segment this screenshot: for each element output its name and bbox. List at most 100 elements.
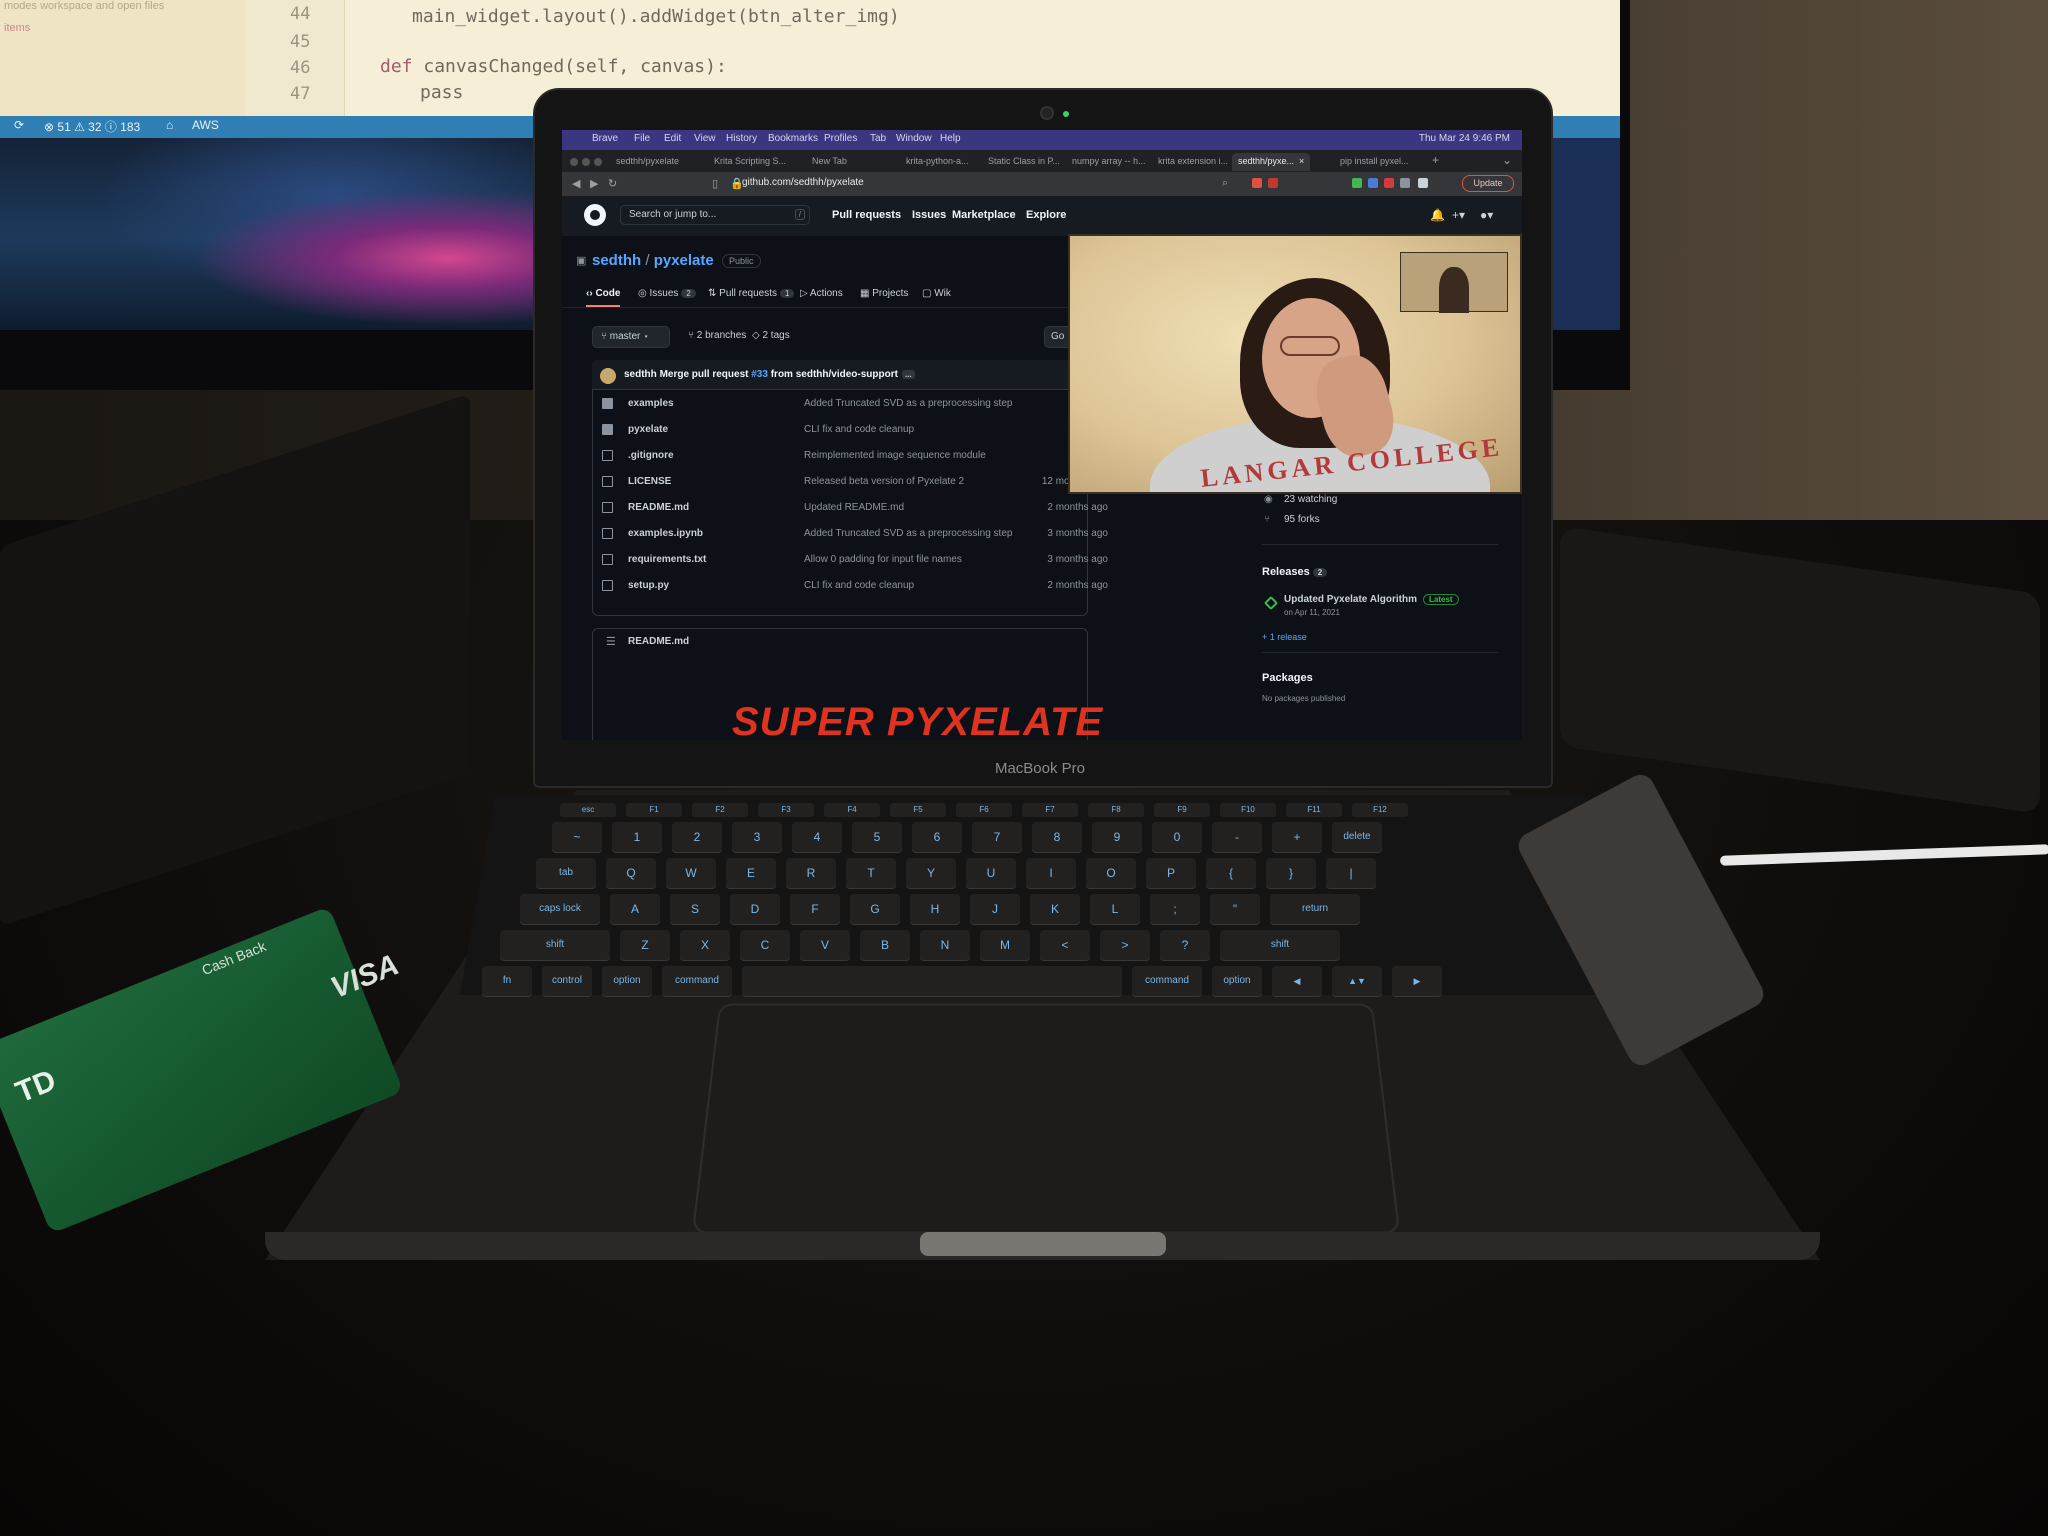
releases-heading[interactable]: Releases 2 [1262, 566, 1328, 578]
menu-window[interactable]: Window [896, 133, 932, 144]
file-name[interactable]: examples [628, 398, 674, 409]
file-commit-message[interactable]: Released beta version of Pyxelate 2 [804, 476, 964, 487]
key[interactable]: + [1272, 822, 1322, 852]
key[interactable]: 0 [1152, 822, 1202, 852]
key[interactable]: J [970, 894, 1020, 924]
file-name[interactable]: setup.py [628, 580, 669, 591]
trackpad[interactable] [691, 1003, 1401, 1234]
commit-author[interactable]: sedthh [624, 369, 657, 380]
create-new-icon[interactable]: +▾ [1452, 208, 1465, 222]
key[interactable]: 2 [672, 822, 722, 852]
repo-owner-link[interactable]: sedthh [592, 252, 641, 269]
file-commit-message[interactable]: CLI fix and code cleanup [804, 580, 914, 591]
extension-icon[interactable] [1368, 178, 1378, 188]
menu-file[interactable]: File [634, 133, 650, 144]
key[interactable]: W [666, 858, 716, 888]
key[interactable]: F [790, 894, 840, 924]
browser-tab[interactable]: New Tab [806, 153, 853, 171]
new-tab-icon[interactable]: + [1432, 153, 1439, 167]
file-commit-message[interactable]: Added Truncated SVD as a preprocessing s… [804, 528, 1012, 539]
key[interactable]: shift [500, 930, 610, 960]
forward-icon[interactable]: ▶ [590, 177, 598, 190]
reload-icon[interactable]: ↻ [608, 177, 617, 190]
key[interactable]: K [1030, 894, 1080, 924]
commit-expand-button[interactable]: ... [901, 370, 915, 379]
tab-actions[interactable]: ▷ Actions [800, 288, 843, 299]
avatar[interactable] [600, 368, 616, 384]
key[interactable]: Q [606, 858, 656, 888]
key[interactable]: 7 [972, 822, 1022, 852]
key[interactable]: 1 [612, 822, 662, 852]
browser-tab[interactable]: krita-python-a... [900, 153, 975, 171]
file-commit-message[interactable]: CLI fix and code cleanup [804, 424, 914, 435]
key[interactable]: ~ [552, 822, 602, 852]
code-line[interactable]: pass [420, 82, 463, 103]
commit-pr-link[interactable]: #33 [751, 369, 768, 380]
key[interactable]: G [850, 894, 900, 924]
key[interactable]: P [1146, 858, 1196, 888]
key[interactable]: V [800, 930, 850, 960]
file-name[interactable]: README.md [628, 502, 689, 513]
menu-history[interactable]: History [726, 133, 757, 144]
key[interactable]: option [602, 966, 652, 996]
puzzle-icon[interactable] [1400, 178, 1410, 188]
key[interactable]: S [670, 894, 720, 924]
key[interactable]: F12 [1352, 803, 1408, 817]
tab-wiki[interactable]: ▢ Wik [922, 288, 951, 299]
window-minimize-button[interactable] [582, 158, 590, 166]
key[interactable]: M [980, 930, 1030, 960]
arrow-left-key[interactable]: ◀ [1272, 966, 1322, 996]
file-row[interactable]: requirements.txt Allow 0 padding for inp… [592, 548, 1522, 575]
key[interactable]: U [966, 858, 1016, 888]
sidebar-icon[interactable] [1418, 178, 1428, 188]
key[interactable]: tab [536, 858, 596, 888]
file-commit-message[interactable]: Reimplemented image sequence module [804, 450, 986, 461]
file-row[interactable]: README.md Updated README.md 2 months ago [592, 496, 1522, 523]
key[interactable]: I [1026, 858, 1076, 888]
extension-icon[interactable] [1352, 178, 1362, 188]
notification-bell-icon[interactable]: 🔔 [1430, 208, 1445, 222]
file-name[interactable]: pyxelate [628, 424, 668, 435]
file-name[interactable]: requirements.txt [628, 554, 706, 565]
self-view-thumbnail[interactable] [1400, 252, 1508, 313]
key[interactable]: | [1326, 858, 1376, 888]
key[interactable]: ? [1160, 930, 1210, 960]
browser-tab[interactable]: numpy array -- h... [1066, 153, 1152, 171]
key[interactable]: F10 [1220, 803, 1276, 817]
key[interactable]: delete [1332, 822, 1382, 852]
key[interactable]: N [920, 930, 970, 960]
key[interactable]: F5 [890, 803, 946, 817]
user-avatar-icon[interactable]: ●▾ [1480, 208, 1493, 222]
search-input[interactable]: Search or jump to... / [620, 205, 810, 225]
list-icon[interactable]: ☰ [606, 635, 616, 648]
problems-counter[interactable]: ⊗ 51 ⚠ 32 ⓘ 183 [44, 118, 140, 135]
back-icon[interactable]: ◀ [572, 177, 580, 190]
file-commit-message[interactable]: Added Truncated SVD as a preprocessing s… [804, 398, 1012, 409]
browser-tab[interactable]: Krita Scripting S... [708, 153, 792, 171]
tab-issues[interactable]: ◎ Issues 2 [638, 288, 696, 299]
spacebar[interactable] [742, 966, 1122, 996]
commit-message[interactable]: sedthh Merge pull request #33 from sedth… [624, 369, 915, 380]
key[interactable]: < [1040, 930, 1090, 960]
key[interactable]: R [786, 858, 836, 888]
browser-tab-active[interactable]: sedthh/pyxe... × [1232, 153, 1311, 171]
key[interactable]: L [1090, 894, 1140, 924]
nav-marketplace[interactable]: Marketplace [952, 209, 1016, 221]
key[interactable]: E [726, 858, 776, 888]
key[interactable]: 6 [912, 822, 962, 852]
file-commit-message[interactable]: Updated README.md [804, 502, 904, 513]
key[interactable]: B [860, 930, 910, 960]
key[interactable]: { [1206, 858, 1256, 888]
key[interactable]: Z [620, 930, 670, 960]
key[interactable]: command [662, 966, 732, 996]
window-zoom-button[interactable] [594, 158, 602, 166]
file-name[interactable]: examples.ipynb [628, 528, 703, 539]
key[interactable]: F1 [626, 803, 682, 817]
repo-name-link[interactable]: pyxelate [654, 252, 714, 269]
nav-issues[interactable]: Issues [912, 209, 946, 221]
tab-projects[interactable]: ▦ Projects [860, 288, 908, 299]
browser-tab[interactable]: Static Class in P... [982, 153, 1066, 171]
key[interactable]: 5 [852, 822, 902, 852]
key[interactable]: 9 [1092, 822, 1142, 852]
window-close-button[interactable] [570, 158, 578, 166]
